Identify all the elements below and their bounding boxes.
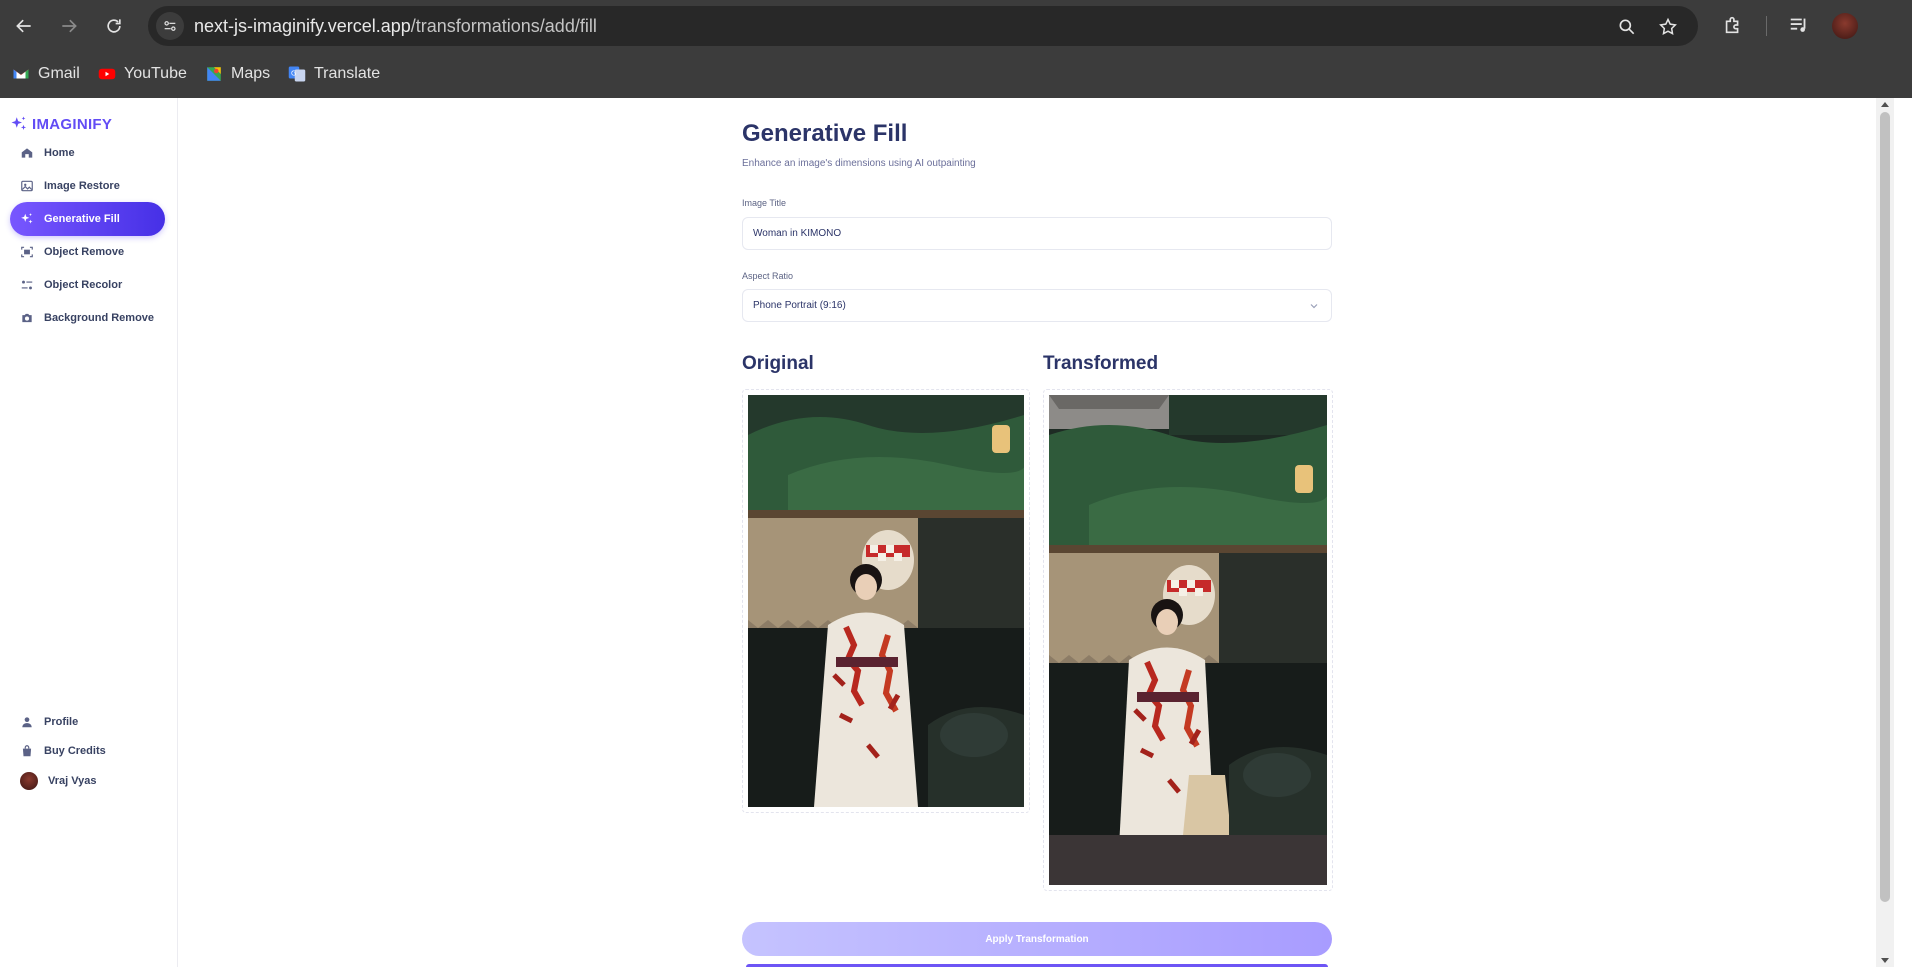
reload-icon [107, 19, 121, 33]
image-title-value: Woman in KIMONO [753, 228, 842, 239]
sidebar-item-label: Home [44, 147, 75, 159]
browser-profile-avatar[interactable] [1832, 13, 1858, 39]
bookmark-star-icon[interactable] [1657, 16, 1679, 38]
sidebar-item-object-remove[interactable]: Object Remove [10, 235, 165, 269]
filter-icon [21, 280, 33, 290]
sidebar-item-home[interactable]: Home [10, 136, 165, 170]
scroll-up-arrow-icon[interactable] [1881, 102, 1889, 107]
image-title-label: Image Title [742, 198, 787, 208]
brand-logo[interactable]: IMAGINIFY [10, 115, 112, 133]
gmail-icon [13, 69, 29, 79]
youtube-icon [98, 68, 116, 80]
home-icon [21, 148, 33, 158]
bookmark-maps[interactable]: Maps [205, 62, 270, 86]
image-icon [21, 180, 33, 192]
sidebar-item-label: Object Recolor [44, 279, 123, 291]
translate-icon: G [288, 66, 306, 82]
stars-icon [21, 213, 33, 224]
app-viewport: IMAGINIFY Home Image Restore Generative Fi… [0, 98, 1912, 967]
sidebar-item-buy-credits[interactable]: Buy Credits [10, 734, 165, 768]
bookmark-translate[interactable]: G Translate [288, 62, 380, 86]
page-subtitle: Enhance an image's dimensions using AI o… [742, 158, 976, 169]
bookmark-label: YouTube [124, 65, 187, 82]
kimono-photo-original [748, 395, 1024, 807]
sidebar-item-label: Profile [44, 716, 79, 728]
aspect-ratio-label: Aspect Ratio [742, 271, 794, 281]
forward-button[interactable] [54, 11, 84, 41]
scrollbar-thumb[interactable] [1880, 112, 1890, 902]
page-title: Generative Fill [742, 120, 908, 147]
address-bar[interactable]: next-js-imaginify.vercel.app/transformat… [148, 6, 1698, 46]
bookmark-label: Maps [231, 65, 271, 82]
url-text[interactable]: next-js-imaginify.vercel.app/transformat… [194, 16, 597, 37]
reload-button[interactable] [99, 11, 129, 41]
svg-text:G: G [291, 70, 296, 78]
toolbar-divider [1766, 16, 1767, 36]
kimono-photo-transformed [1049, 395, 1327, 885]
bookmark-gmail[interactable]: Gmail [12, 62, 80, 86]
camera-icon [22, 313, 32, 323]
bookmark-label: Gmail [38, 65, 80, 82]
url-path: /transformations/add/fill [410, 16, 597, 36]
extensions-icon[interactable] [1720, 12, 1746, 38]
transformed-image[interactable] [1049, 395, 1327, 885]
scroll-down-arrow-icon[interactable] [1881, 958, 1889, 963]
page-scrollbar[interactable] [1876, 98, 1894, 967]
original-image[interactable] [748, 395, 1024, 807]
bookmarks-bar: Gmail YouTube Maps G Translate [0, 58, 1912, 88]
sidebar: IMAGINIFY Home Image Restore Generative Fi… [0, 98, 178, 967]
bookmark-youtube[interactable]: YouTube [98, 62, 187, 86]
scan-icon [21, 246, 33, 258]
sidebar-item-label: Generative Fill [44, 213, 120, 225]
bookmark-label: Translate [314, 65, 381, 82]
sidebar-item-label: Image Restore [44, 180, 120, 192]
sidebar-item-generative-fill[interactable]: Generative Fill [10, 202, 165, 236]
sidebar-item-object-recolor[interactable]: Object Recolor [10, 268, 165, 302]
bag-icon [22, 745, 32, 757]
browser-chrome: next-js-imaginify.vercel.app/transformat… [0, 0, 1912, 98]
avatar [20, 772, 38, 790]
brand-name: IMAGINIFY [32, 115, 113, 133]
sidebar-item-label: Buy Credits [44, 745, 106, 757]
transformed-heading: Transformed [1043, 353, 1159, 374]
sidebar-item-label: Background Remove [44, 312, 155, 324]
apply-transformation-button[interactable]: Apply Transformation [742, 922, 1332, 956]
original-heading: Original [742, 353, 814, 374]
zoom-icon[interactable] [1616, 16, 1638, 38]
arrow-right-icon [62, 19, 77, 33]
media-control-icon[interactable] [1786, 12, 1812, 38]
maps-icon [207, 67, 221, 81]
aspect-ratio-select[interactable]: Phone Portrait (9:16) [742, 289, 1332, 322]
user-name: Vraj Vyas [48, 775, 97, 787]
arrow-left-icon [16, 19, 31, 33]
back-button[interactable] [9, 11, 39, 41]
sparkle-logo-icon [11, 116, 27, 130]
user-menu[interactable]: Vraj Vyas [10, 764, 165, 798]
sidebar-item-background-remove[interactable]: Background Remove [10, 301, 165, 335]
sidebar-item-label: Object Remove [44, 246, 125, 258]
site-info-icon[interactable] [156, 12, 184, 40]
profile-icon [22, 717, 32, 728]
url-host: next-js-imaginify.vercel.app [194, 16, 411, 36]
sidebar-item-image-restore[interactable]: Image Restore [10, 169, 165, 203]
main-content: Generative Fill Enhance an image's dimen… [178, 98, 1894, 967]
chevron-down-icon [1310, 304, 1318, 309]
aspect-ratio-value: Phone Portrait (9:16) [753, 300, 846, 311]
image-title-input[interactable]: Woman in KIMONO [742, 217, 1332, 250]
